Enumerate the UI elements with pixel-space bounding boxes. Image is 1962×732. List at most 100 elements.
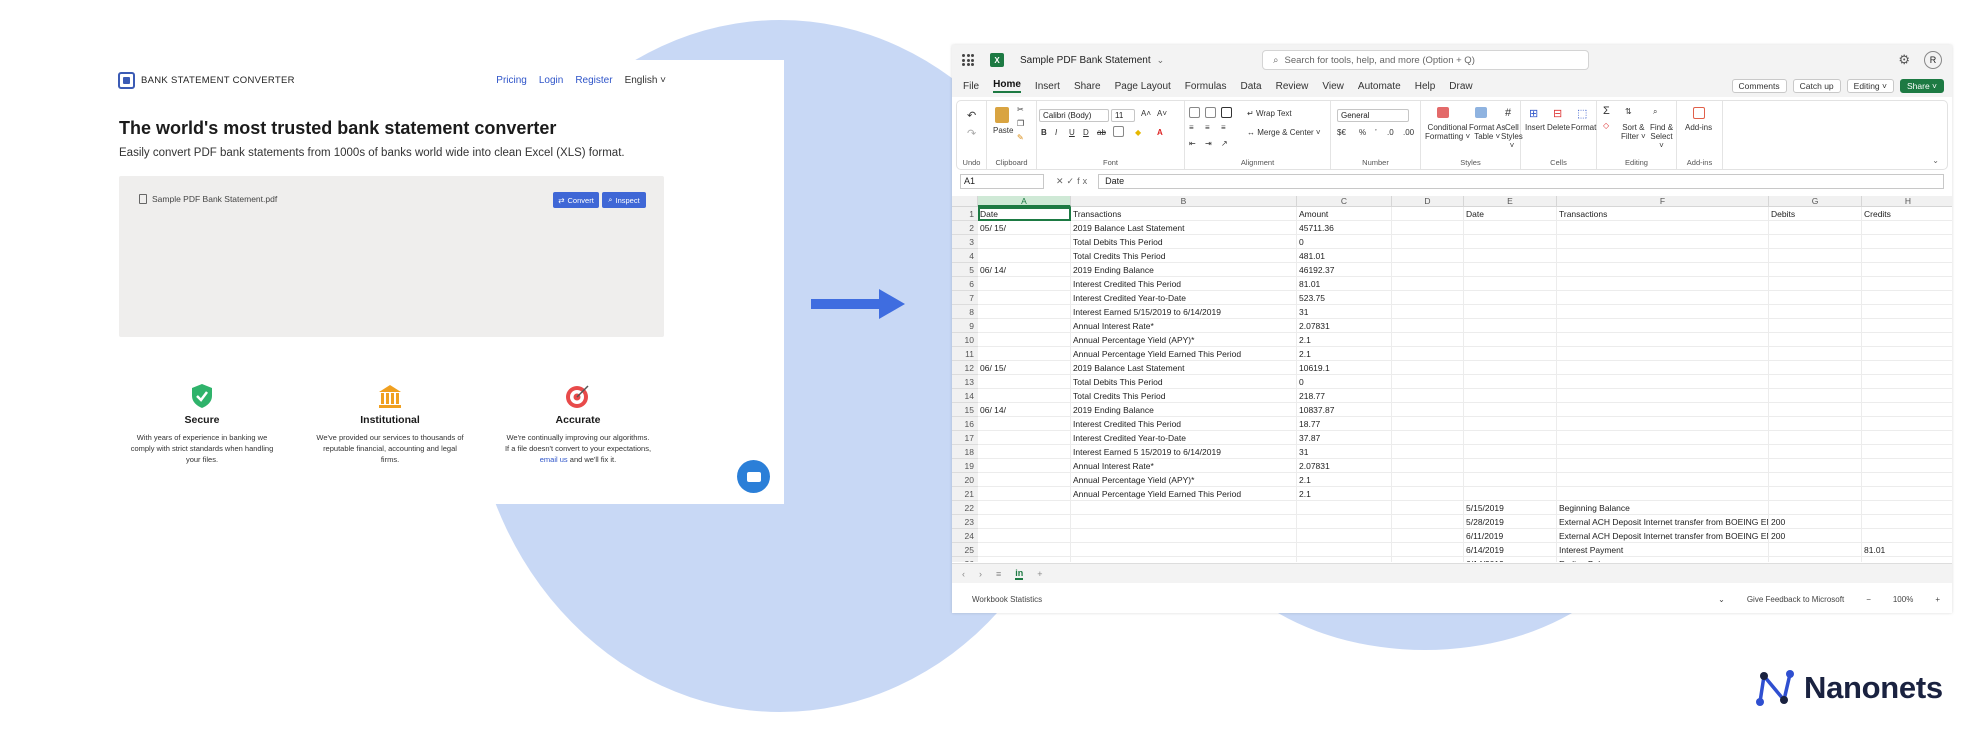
table-cell[interactable]: 31 — [1297, 305, 1392, 319]
table-cell[interactable]: 2019 Balance Last Statement — [1071, 361, 1297, 375]
table-cell[interactable] — [978, 249, 1071, 263]
table-cell[interactable] — [1392, 445, 1464, 459]
table-cell[interactable] — [1769, 487, 1862, 501]
table-cell[interactable] — [1862, 249, 1952, 263]
table-cell[interactable]: 523.75 — [1297, 291, 1392, 305]
table-cell[interactable]: 06/ 14/ — [978, 263, 1071, 277]
row-header[interactable]: 1 — [952, 207, 978, 221]
table-cell[interactable] — [1769, 305, 1862, 319]
table-cell[interactable] — [1769, 249, 1862, 263]
table-cell[interactable] — [1464, 375, 1557, 389]
table-cell[interactable] — [978, 529, 1071, 543]
table-cell[interactable]: Annual Percentage Yield (APY)* — [1071, 333, 1297, 347]
table-cell[interactable]: 46192.37 — [1297, 263, 1392, 277]
table-cell[interactable] — [1557, 473, 1769, 487]
table-cell[interactable] — [1862, 235, 1952, 249]
table-cell[interactable] — [978, 557, 1071, 562]
table-cell[interactable] — [978, 333, 1071, 347]
table-cell[interactable] — [1862, 319, 1952, 333]
table-cell[interactable]: 45711.36 — [1297, 221, 1392, 235]
table-cell[interactable]: Interest Payment — [1557, 543, 1769, 557]
row-header[interactable]: 10 — [952, 333, 978, 347]
tab-review[interactable]: Review — [1276, 81, 1309, 92]
currency-icon[interactable]: $€ — [1337, 128, 1346, 137]
table-cell[interactable] — [1392, 529, 1464, 543]
table-cell[interactable]: 10619.1 — [1297, 361, 1392, 375]
table-cell[interactable]: 05/ 15/ — [978, 221, 1071, 235]
select-all-corner[interactable] — [952, 196, 978, 207]
app-launcher-icon[interactable] — [962, 54, 974, 66]
table-cell[interactable]: Debits — [1769, 207, 1862, 221]
autosum-icon[interactable]: Σ — [1603, 105, 1610, 117]
table-cell[interactable] — [978, 319, 1071, 333]
table-cell[interactable] — [1392, 417, 1464, 431]
merge-center-button[interactable]: ↔ Merge & Center ˅ — [1247, 128, 1321, 137]
table-cell[interactable]: Annual Interest Rate* — [1071, 319, 1297, 333]
font-color-icon[interactable]: A — [1157, 128, 1163, 137]
italic-icon[interactable]: I — [1055, 128, 1057, 137]
row-header[interactable]: 3 — [952, 235, 978, 249]
table-cell[interactable]: 200 — [1769, 529, 1862, 543]
table-cell[interactable] — [1862, 417, 1952, 431]
tab-page-layout[interactable]: Page Layout — [1115, 81, 1171, 92]
row-header[interactable]: 21 — [952, 487, 978, 501]
table-cell[interactable]: 6/14/2019 — [1464, 543, 1557, 557]
row-header[interactable]: 23 — [952, 515, 978, 529]
orientation-icon[interactable]: ↗ — [1221, 139, 1228, 148]
table-cell[interactable] — [1769, 347, 1862, 361]
underline-icon[interactable]: U — [1069, 128, 1075, 137]
table-cell[interactable]: 218.77 — [1297, 389, 1392, 403]
table-cell[interactable]: Date — [1464, 207, 1557, 221]
cell-styles-button[interactable]: Cell Styles ˅ — [1501, 123, 1523, 150]
table-cell[interactable] — [1392, 543, 1464, 557]
table-cell[interactable] — [1557, 459, 1769, 473]
table-cell[interactable] — [1862, 291, 1952, 305]
table-cell[interactable] — [978, 431, 1071, 445]
table-cell[interactable] — [1557, 375, 1769, 389]
wrap-text-button[interactable]: ↵ Wrap Text — [1247, 109, 1292, 118]
table-cell[interactable] — [1392, 221, 1464, 235]
table-cell[interactable] — [1769, 221, 1862, 235]
table-cell[interactable]: 2019 Ending Balance — [1071, 263, 1297, 277]
row-header[interactable]: 2 — [952, 221, 978, 235]
table-cell[interactable] — [1557, 417, 1769, 431]
table-cell[interactable] — [1297, 543, 1392, 557]
document-title[interactable]: Sample PDF Bank Statement — [1020, 55, 1151, 66]
table-cell[interactable] — [1769, 291, 1862, 305]
table-cell[interactable]: 06/ 14/ — [978, 403, 1071, 417]
table-cell[interactable] — [1557, 291, 1769, 305]
table-cell[interactable] — [1862, 333, 1952, 347]
row-header[interactable]: 22 — [952, 501, 978, 515]
table-cell[interactable]: Credits — [1862, 207, 1952, 221]
table-cell[interactable] — [978, 515, 1071, 529]
align-center-icon[interactable]: ≡ — [1205, 123, 1210, 132]
table-cell[interactable]: External ACH Deposit Internet transfer f… — [1557, 529, 1769, 543]
table-cell[interactable] — [1557, 333, 1769, 347]
table-cell[interactable] — [1392, 305, 1464, 319]
table-cell[interactable] — [978, 459, 1071, 473]
table-cell[interactable] — [1297, 501, 1392, 515]
row-header[interactable]: 9 — [952, 319, 978, 333]
table-cell[interactable] — [1557, 263, 1769, 277]
table-cell[interactable]: 81.01 — [1862, 543, 1952, 557]
table-cell[interactable]: 81.01 — [1297, 277, 1392, 291]
column-header[interactable]: A — [978, 196, 1071, 207]
table-cell[interactable] — [1392, 431, 1464, 445]
table-cell[interactable] — [978, 473, 1071, 487]
table-cell[interactable] — [1862, 459, 1952, 473]
inspect-button[interactable]: ⌕ Inspect — [602, 192, 646, 208]
column-header[interactable]: G — [1769, 196, 1862, 207]
redo-icon[interactable]: ↷ — [967, 127, 976, 140]
tab-insert[interactable]: Insert — [1035, 81, 1060, 92]
sort-filter-button[interactable]: Sort & Filter ˅ — [1621, 123, 1646, 141]
row-header[interactable]: 24 — [952, 529, 978, 543]
table-cell[interactable] — [1392, 487, 1464, 501]
table-cell[interactable] — [1464, 347, 1557, 361]
nav-register-link[interactable]: Register — [575, 75, 612, 86]
table-cell[interactable]: 10837.87 — [1297, 403, 1392, 417]
table-cell[interactable] — [1392, 361, 1464, 375]
table-cell[interactable]: 5/15/2019 — [1464, 501, 1557, 515]
table-cell[interactable]: Total Debits This Period — [1071, 235, 1297, 249]
table-cell[interactable]: 2.1 — [1297, 333, 1392, 347]
brand-logo-icon[interactable] — [118, 71, 135, 89]
